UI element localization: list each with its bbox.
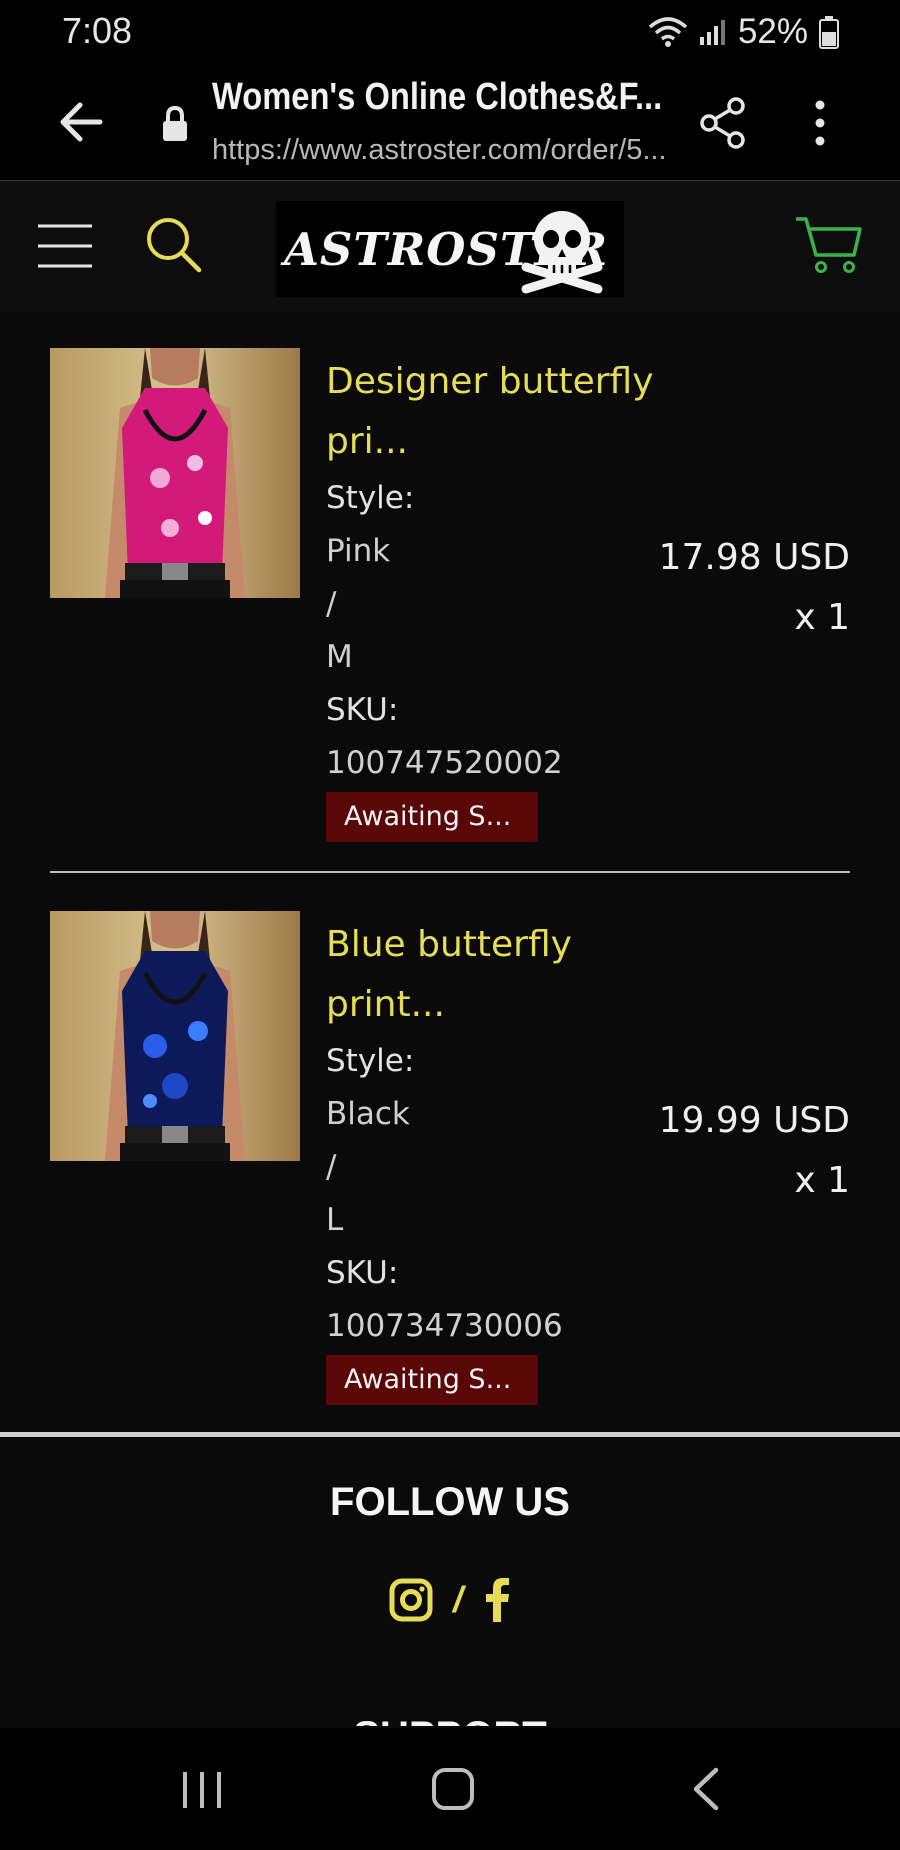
social-links: / (0, 1578, 900, 1622)
section-divider (0, 1432, 900, 1437)
style-size: M (326, 639, 353, 675)
lock-icon (163, 105, 187, 141)
system-nav-bar (0, 1728, 900, 1850)
status-badge: Awaiting S... (326, 1355, 538, 1405)
battery-percent: 52% (737, 12, 808, 51)
signal-icon (699, 20, 725, 45)
support-heading-text: SUPPORT (353, 1714, 546, 1726)
recent-apps-icon[interactable] (180, 1768, 224, 1812)
social-separator: / (452, 1579, 463, 1620)
cart-icon[interactable] (794, 213, 864, 277)
style-color: Pink (326, 533, 391, 569)
sku-value: 100747520002 (326, 745, 563, 781)
nav-back-icon[interactable] (686, 1766, 726, 1812)
more-options-icon[interactable] (805, 96, 835, 150)
product-image[interactable] (50, 348, 300, 598)
home-icon[interactable] (430, 1766, 476, 1812)
battery-icon (819, 16, 839, 49)
site-header: ASTROSTER (0, 181, 900, 311)
item-quantity: x 1 (794, 1160, 850, 1201)
style-label: Style: (326, 1043, 415, 1079)
search-icon[interactable] (144, 215, 204, 275)
share-icon[interactable] (698, 96, 748, 150)
status-bar: 7:08 52% (0, 0, 900, 62)
status-badge: Awaiting S... (326, 792, 538, 842)
skull-crossbones-icon (521, 211, 603, 294)
url-text[interactable]: https://www.astroster.com/order/5... (212, 134, 682, 167)
style-label: Style: (326, 480, 415, 516)
item-price: 17.98 USD (658, 537, 850, 578)
status-time: 7:08 (62, 10, 133, 51)
hamburger-menu-icon[interactable] (36, 221, 94, 271)
product-image[interactable] (50, 911, 300, 1161)
style-separator: / (326, 586, 337, 622)
site-logo[interactable]: ASTROSTER (276, 201, 624, 297)
sku-label: SKU: (326, 692, 399, 728)
wifi-icon (648, 17, 688, 47)
facebook-icon[interactable] (483, 1578, 511, 1622)
follow-us-heading: FOLLOW US (330, 1480, 570, 1524)
page-title[interactable]: Women's Online Clothes&F... (212, 76, 694, 119)
instagram-icon[interactable] (389, 1578, 433, 1622)
style-separator: / (326, 1149, 337, 1185)
order-item: Designer butterfly pri... Style: Pink / … (50, 348, 850, 842)
item-details: Designer butterfly pri... Style: Pink / … (326, 348, 656, 842)
item-price: 19.99 USD (658, 1100, 850, 1141)
item-quantity: x 1 (794, 597, 850, 638)
style-color: Black (326, 1096, 410, 1132)
order-item: Blue butterfly print... Style: Black / L… (50, 911, 850, 1405)
sku-label: SKU: (326, 1255, 399, 1291)
product-name[interactable]: Designer butterfly pri... (326, 352, 656, 472)
browser-toolbar: Women's Online Clothes&F... https://www.… (0, 62, 900, 181)
back-arrow-icon[interactable] (52, 92, 112, 152)
item-details: Blue butterfly print... Style: Black / L… (326, 911, 656, 1405)
status-icons: 52% (648, 12, 840, 52)
product-name[interactable]: Blue butterfly print... (326, 915, 656, 1035)
style-size: L (326, 1202, 344, 1238)
sku-value: 100734730006 (326, 1308, 563, 1344)
item-divider (50, 871, 850, 873)
support-heading: SUPPORT (0, 1712, 900, 1726)
